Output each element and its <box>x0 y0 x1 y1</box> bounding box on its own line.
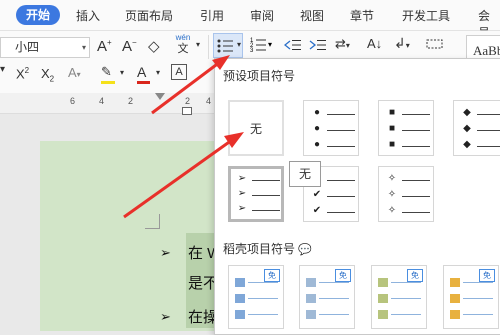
annotation-arrow <box>123 132 244 219</box>
annotation-arrows <box>123 55 244 219</box>
annotation-arrow <box>151 55 230 115</box>
